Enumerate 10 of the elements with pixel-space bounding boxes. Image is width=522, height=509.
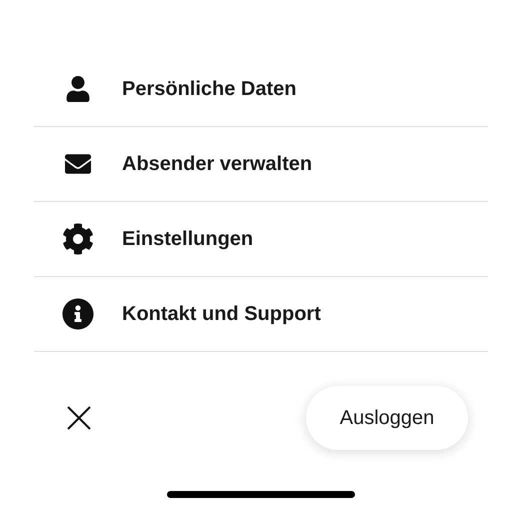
menu-item[interactable]: Persönliche Daten <box>34 52 488 127</box>
info-icon <box>62 298 94 330</box>
close-icon <box>66 405 92 431</box>
settings-icon <box>62 223 94 255</box>
person-icon <box>66 76 90 102</box>
close-button[interactable] <box>66 405 92 431</box>
menu-item[interactable]: Kontakt und Support <box>34 277 488 352</box>
menu-item[interactable]: Einstellungen <box>34 202 488 277</box>
logout-button[interactable]: Ausloggen <box>306 386 468 450</box>
menu-item[interactable]: Absender verwalten <box>34 127 488 202</box>
